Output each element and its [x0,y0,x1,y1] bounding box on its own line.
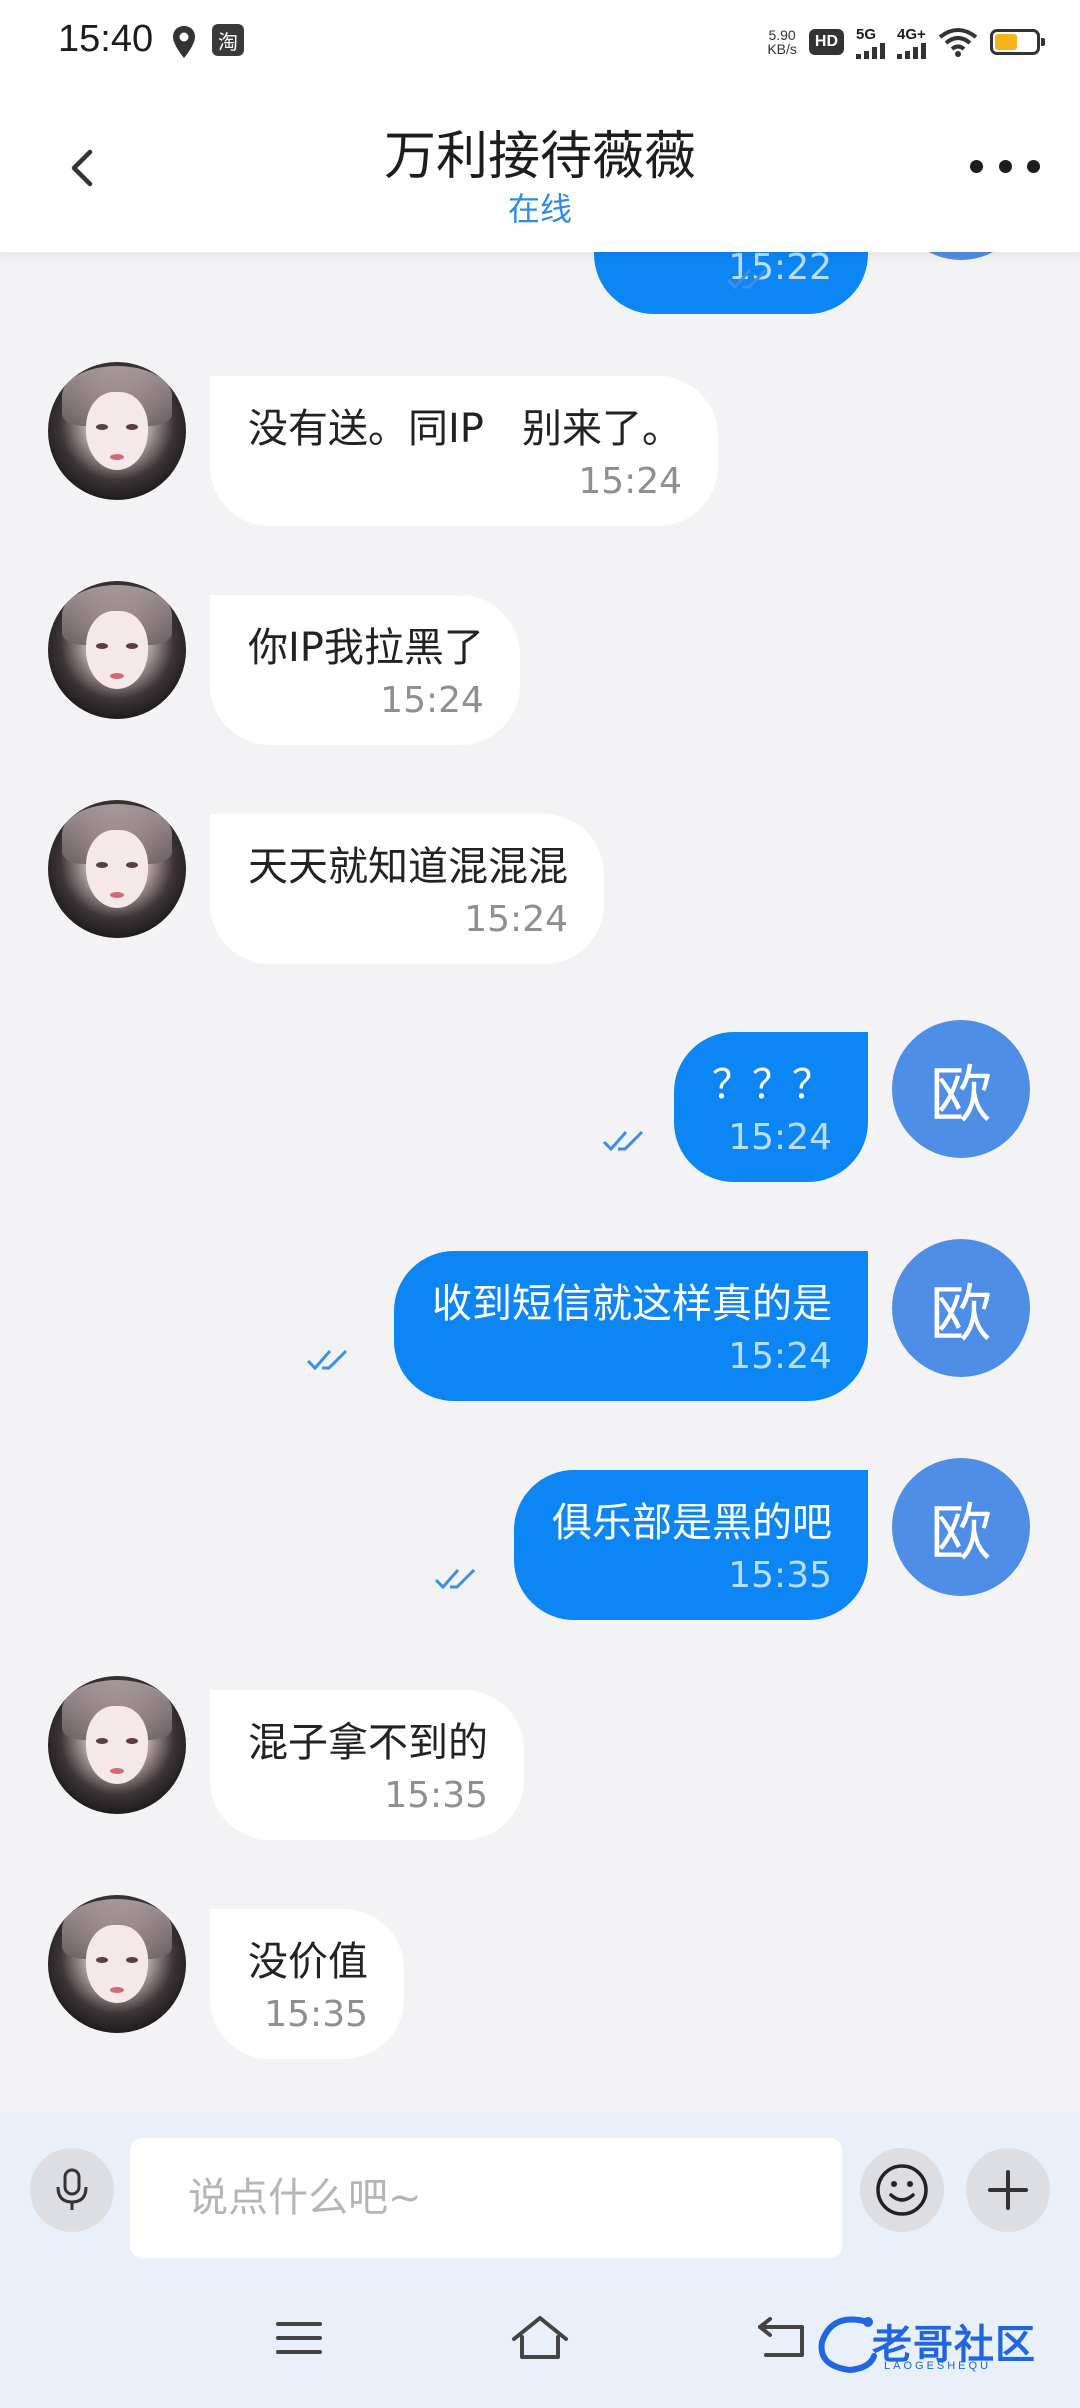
incoming-bubble[interactable]: 没有送。同IP 别来了。 15:24 [210,376,719,526]
outgoing-bubble[interactable]: 俱乐部是黑的吧 15:35 [514,1470,868,1620]
watermark-logo: 老哥社区 LAOGESHEQU [812,2308,1062,2378]
incoming-bubble[interactable]: 没价值 15:35 [210,1909,404,2059]
message-time: 15:24 [728,1117,832,1158]
message-time: 15:35 [264,1994,368,2035]
sim1-signal-icon: 5G [856,26,885,59]
home-nav-button[interactable] [505,2308,575,2368]
contact-avatar[interactable] [48,800,186,938]
wifi-icon [938,28,978,57]
more-dot-icon [998,159,1012,173]
message-text: 混子拿不到的 [248,1720,488,1766]
sim1-label: 5G [856,25,877,43]
message-time: 15:35 [384,1775,488,1816]
voice-button[interactable] [30,2148,114,2232]
system-nav-bar: 老哥社区 LAOGESHEQU [0,2268,1080,2408]
message-time: 15:24 [728,1336,832,1377]
menu-icon [276,2322,322,2354]
message-row: ？？？ 15:24 欧 [0,1020,1080,1182]
my-avatar[interactable]: 欧 [892,1458,1030,1596]
message-text: 俱乐部是黑的吧 [552,1500,832,1546]
my-avatar-label: 欧 [929,1277,992,1350]
read-receipt-icon [434,1568,476,1590]
message-text: 天天就知道混混混 [248,844,568,890]
message-row: 俱乐部是黑的吧 15:35 欧 [0,1458,1080,1620]
watermark-subtext: LAOGESHEQU [884,2360,992,2372]
more-dot-icon [970,159,983,173]
hd-icon: HD [808,29,844,55]
menu-nav-button[interactable] [264,2308,334,2368]
read-receipt-icon [602,1130,644,1152]
my-avatar[interactable]: 欧 [892,1239,1030,1377]
chat-screen: 15:40 淘 5.90 KB/s HD 5G 4G+ 万利接待薇薇 在线 15… [0,0,1080,2408]
plus-icon [988,2170,1028,2210]
net-speed: 5.90 KB/s [767,28,797,56]
message-time: 15:24 [464,899,568,940]
message-row: 收到短信就这样真的是 15:24 欧 [0,1239,1080,1401]
message-list[interactable]: 15:22 欧 没有送。同IP 别来了。 15:24 [0,122,1080,2112]
net-speed-value: 5.90 [768,27,796,43]
contact-avatar[interactable] [48,1895,186,2033]
message-text: ？？？ [712,1062,832,1108]
message-row: 没有送。同IP 别来了。 15:24 [0,362,1080,526]
incoming-bubble[interactable]: 混子拿不到的 15:35 [210,1690,524,1840]
message-row: 没价值 15:35 [0,1895,1080,2059]
microphone-icon [56,2168,88,2210]
status-bar: 15:40 淘 5.90 KB/s HD 5G 4G+ [0,0,1080,84]
online-status: 在线 [507,190,572,228]
location-icon [173,26,195,58]
composer-bar [0,2112,1080,2268]
my-avatar-label: 欧 [929,1496,992,1569]
message-text: 你IP我拉黑了 [248,625,484,671]
read-receipt-icon [306,1349,348,1371]
message-row: 你IP我拉黑了 15:24 [0,581,1080,745]
status-indicators: 5.90 KB/s HD 5G 4G+ [767,20,1045,64]
back-nav-button[interactable] [748,2308,818,2368]
outgoing-bubble[interactable]: 收到短信就这样真的是 15:24 [394,1251,868,1401]
message-time: 15:35 [728,1555,832,1596]
attach-button[interactable] [966,2148,1050,2232]
message-time: 15:24 [380,680,484,721]
more-dot-icon [1027,159,1040,173]
my-avatar[interactable]: 欧 [892,1020,1030,1158]
message-text: 没价值 [248,1939,368,1985]
battery-icon [990,29,1045,55]
return-icon [758,2317,804,2357]
chat-header: 万利接待薇薇 在线 [0,84,1080,252]
message-row: 天天就知道混混混 15:24 [0,800,1080,964]
contact-avatar[interactable] [48,362,186,500]
my-avatar-label: 欧 [929,1058,992,1131]
emoji-button[interactable] [860,2148,944,2232]
sim2-label: 4G+ [897,25,926,43]
net-speed-unit: KB/s [767,41,797,57]
outgoing-bubble[interactable]: ？？？ 15:24 [674,1032,868,1182]
read-receipt-icon [726,268,768,290]
status-time: 15:40 [58,18,154,60]
message-text: 收到短信就这样真的是 [432,1281,832,1327]
message-text: 没有送。同IP 别来了。 [248,406,683,452]
contact-avatar[interactable] [48,581,186,719]
smiley-icon [876,2164,928,2216]
incoming-bubble[interactable]: 天天就知道混混混 15:24 [210,814,604,964]
contact-avatar[interactable] [48,1676,186,1814]
message-time: 15:24 [578,461,683,502]
sim2-signal-icon: 4G+ [897,26,926,59]
incoming-bubble[interactable]: 你IP我拉黑了 15:24 [210,595,520,745]
message-row: 混子拿不到的 15:35 [0,1676,1080,1840]
home-icon [512,2316,568,2359]
message-input[interactable] [130,2138,842,2258]
contact-name: 万利接待薇薇 [383,127,696,187]
battery-level [995,34,1018,50]
more-options-button[interactable] [970,146,1040,186]
taobao-app-icon: 淘 [212,24,244,56]
